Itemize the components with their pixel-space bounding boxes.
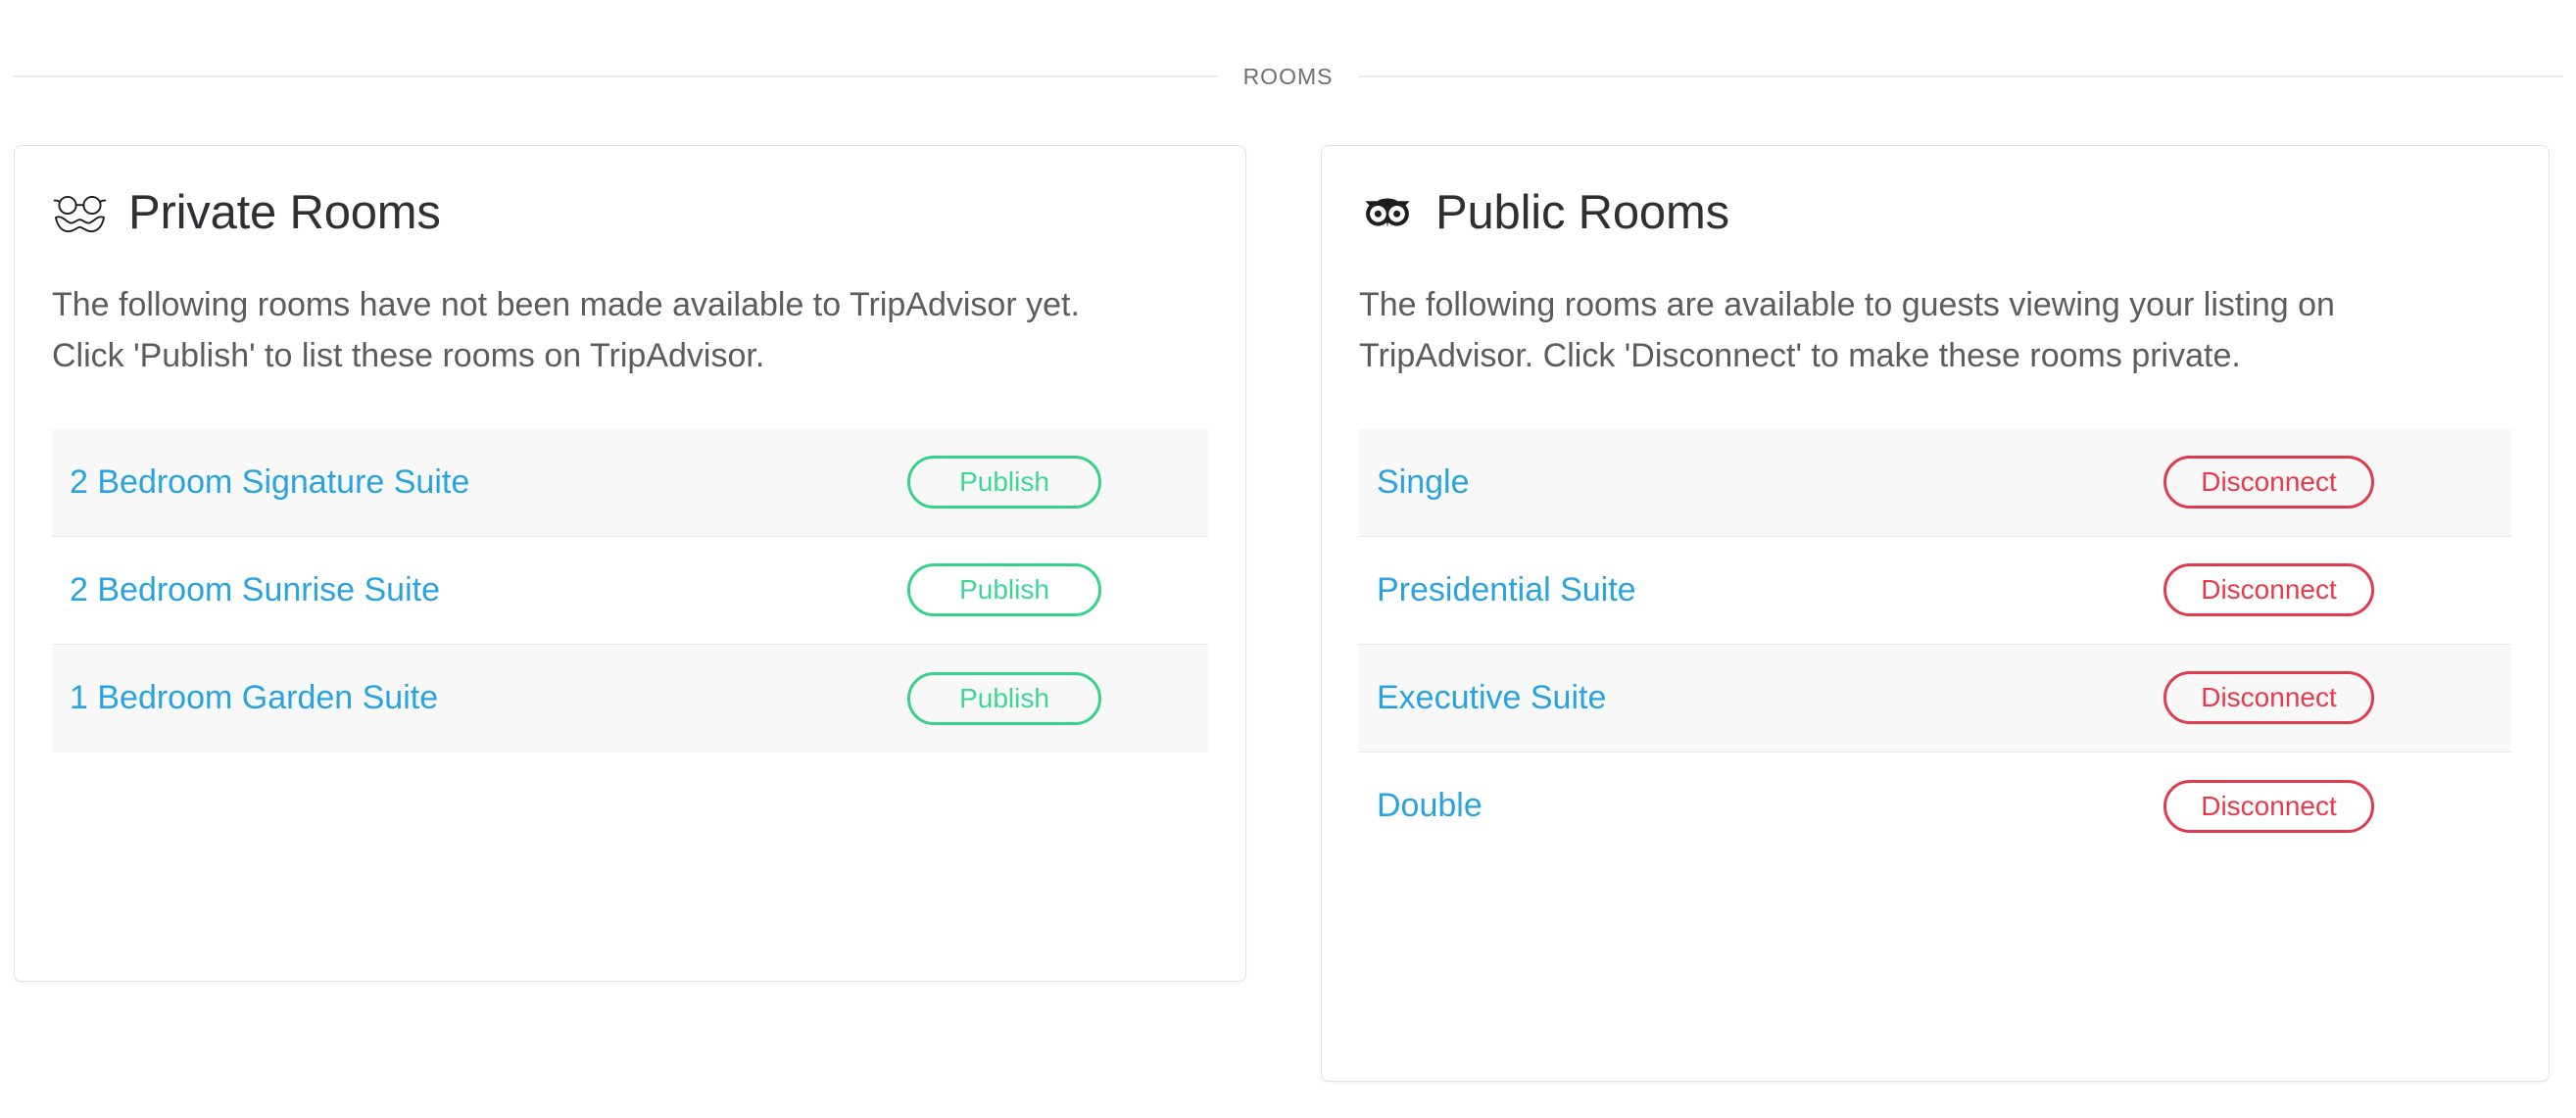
public-rooms-description: The following rooms are available to gue…: [1359, 286, 2335, 375]
disguise-incognito-icon: [52, 190, 109, 237]
disconnect-button[interactable]: Disconnect: [2163, 456, 2374, 510]
table-row: 2 Bedroom Signature Suite Publish: [52, 428, 1208, 537]
table-row: Single Disconnect: [1359, 428, 2511, 537]
divider-line-right: [1358, 75, 2564, 77]
public-rooms-list: Single Disconnect Presidential Suite Dis…: [1359, 428, 2511, 860]
room-action-cell: Disconnect: [2152, 456, 2490, 510]
public-rooms-card: Public Rooms The following rooms are ava…: [1321, 145, 2550, 1082]
room-action-cell: Publish: [873, 671, 1187, 725]
table-row: Double Disconnect: [1359, 752, 2511, 860]
room-link[interactable]: Executive Suite: [1377, 679, 1606, 717]
room-action-cell: Disconnect: [2152, 671, 2490, 725]
room-action-cell: Disconnect: [2152, 779, 2490, 833]
room-link[interactable]: 2 Bedroom Sunrise Suite: [70, 571, 440, 609]
rooms-section-divider: ROOMS: [13, 57, 2564, 96]
room-link[interactable]: Double: [1377, 787, 1482, 825]
room-link[interactable]: Presidential Suite: [1377, 571, 1636, 609]
rooms-cards-container: Private Rooms The following rooms have n…: [0, 145, 2576, 1082]
private-rooms-title: Private Rooms: [128, 186, 441, 240]
room-action-cell: Publish: [873, 456, 1187, 510]
table-row: Executive Suite Disconnect: [1359, 644, 2511, 753]
room-link[interactable]: 1 Bedroom Garden Suite: [70, 679, 438, 717]
divider-line-left: [13, 75, 1218, 77]
room-action-cell: Publish: [873, 563, 1187, 617]
disconnect-button[interactable]: Disconnect: [2163, 779, 2374, 833]
private-rooms-header: Private Rooms: [52, 181, 1208, 246]
table-row: 2 Bedroom Sunrise Suite Publish: [52, 536, 1208, 645]
private-rooms-description: The following rooms have not been made a…: [52, 286, 1080, 375]
publish-button[interactable]: Publish: [907, 456, 1101, 510]
section-title: ROOMS: [1242, 63, 1334, 89]
private-rooms-list: 2 Bedroom Signature Suite Publish 2 Bedr…: [52, 428, 1208, 753]
room-link[interactable]: Single: [1377, 463, 1470, 502]
public-rooms-title: Public Rooms: [1435, 186, 1729, 240]
publish-button[interactable]: Publish: [907, 671, 1101, 725]
disconnect-button[interactable]: Disconnect: [2163, 563, 2374, 617]
publish-button[interactable]: Publish: [907, 563, 1101, 617]
private-rooms-card: Private Rooms The following rooms have n…: [14, 145, 1246, 982]
public-rooms-header: Public Rooms: [1359, 181, 2511, 246]
room-link[interactable]: 2 Bedroom Signature Suite: [70, 463, 469, 502]
table-row: 1 Bedroom Garden Suite Publish: [52, 644, 1208, 753]
room-action-cell: Disconnect: [2152, 563, 2490, 617]
disconnect-button[interactable]: Disconnect: [2163, 671, 2374, 725]
table-row: Presidential Suite Disconnect: [1359, 536, 2511, 645]
tripadvisor-owl-icon: [1359, 190, 1416, 237]
